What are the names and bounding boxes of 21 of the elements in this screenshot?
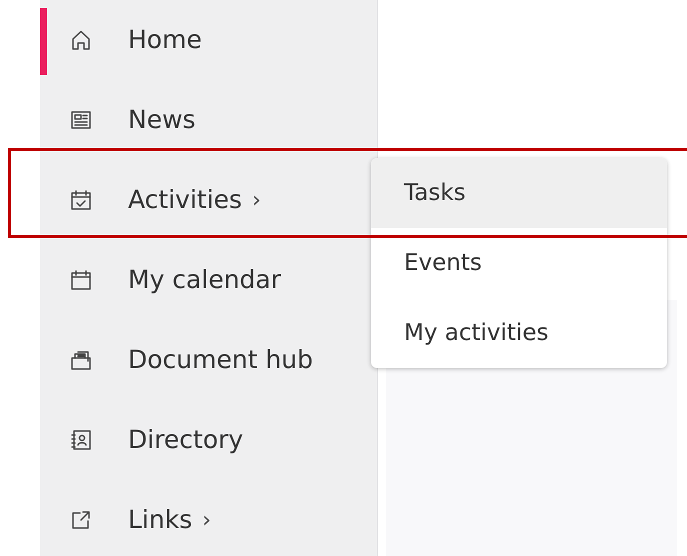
- nav-item[interactable]: Directory: [40, 400, 377, 480]
- calendar-check-icon: [70, 189, 92, 211]
- chevron-icon: ›: [202, 504, 212, 536]
- nav-label: Directory: [128, 424, 244, 456]
- contact-book-icon: [70, 429, 92, 451]
- nav-item[interactable]: News: [40, 80, 377, 160]
- calendar-icon: [70, 269, 92, 291]
- folder-documents-icon: [70, 349, 92, 371]
- home-icon: [70, 29, 92, 51]
- nav-label: Links: [128, 504, 192, 536]
- nav-label: News: [128, 104, 196, 136]
- nav-label: Document hub: [128, 344, 314, 376]
- nav-item[interactable]: Home: [40, 0, 377, 80]
- chevron-icon: ›: [252, 184, 261, 216]
- nav-label: Activities: [128, 184, 242, 216]
- external-link-icon: [70, 509, 92, 531]
- submenu-item[interactable]: Tasks: [371, 158, 667, 228]
- nav-label: Home: [128, 24, 202, 56]
- newspaper-icon: [70, 109, 92, 131]
- nav-item[interactable]: Links ›: [40, 480, 377, 556]
- nav-label: My calendar: [128, 264, 282, 296]
